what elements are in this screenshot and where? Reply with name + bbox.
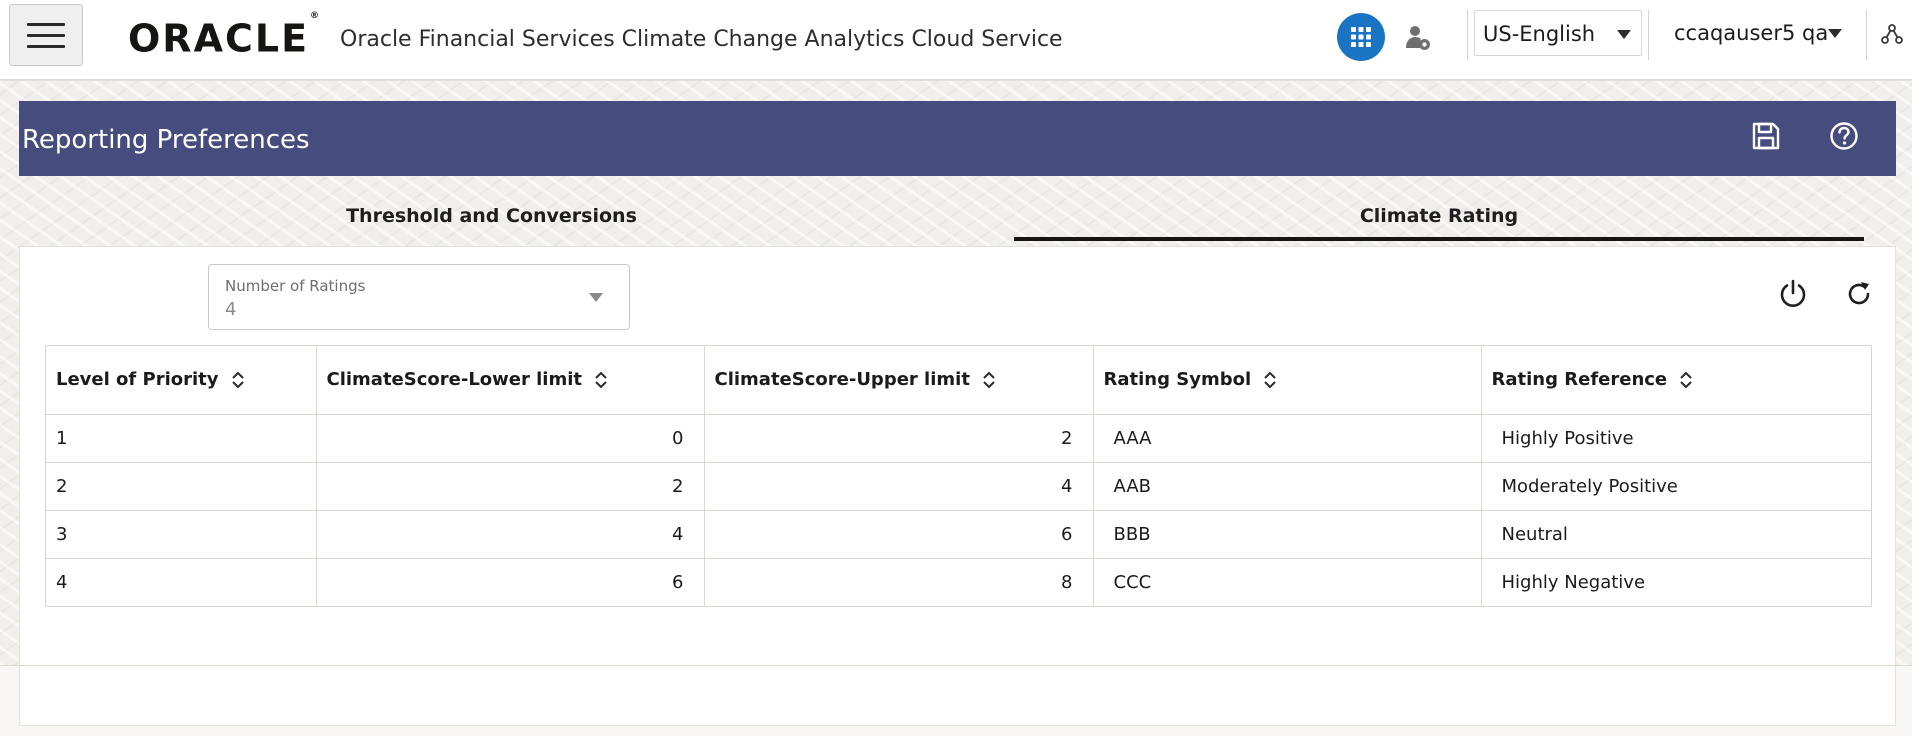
number-of-ratings-value: 4	[225, 299, 237, 320]
app-title: Oracle Financial Services Climate Change…	[340, 27, 1063, 52]
app-header: ORACLE® Oracle Financial Services Climat…	[0, 0, 1912, 80]
column-label: Level of Priority	[56, 369, 219, 391]
sort-icon	[1680, 371, 1692, 389]
cell-rating-reference[interactable]: Highly Negative	[1481, 558, 1871, 606]
cell-lower-limit[interactable]: 2	[316, 462, 705, 511]
page-header-bar: Reporting Preferences	[19, 101, 1896, 176]
tab-threshold-and-conversions[interactable]: Threshold and Conversions	[19, 193, 964, 241]
cell-priority: 1	[46, 414, 317, 463]
language-value: US-English	[1483, 22, 1596, 46]
hamburger-line	[27, 44, 65, 48]
table-row[interactable]: 4 6 8 CCC Highly Negative	[46, 558, 1871, 606]
cell-upper-limit[interactable]: 2	[704, 414, 1094, 463]
hamburger-line	[27, 33, 65, 37]
cell-rating-reference[interactable]: Highly Positive	[1481, 414, 1871, 463]
column-header-rating-reference[interactable]: Rating Reference	[1481, 346, 1871, 415]
sort-icon	[1264, 371, 1276, 389]
language-select[interactable]: US-English	[1474, 10, 1642, 56]
sort-icon	[595, 371, 607, 389]
cell-lower-limit[interactable]: 6	[316, 558, 705, 606]
number-of-ratings-select[interactable]: Number of Ratings 4	[208, 264, 630, 330]
grid-apps-icon	[1351, 27, 1371, 47]
cell-rating-symbol[interactable]: CCC	[1093, 558, 1482, 606]
chevron-down-icon	[1828, 29, 1842, 38]
network-icon[interactable]	[1880, 22, 1904, 46]
cell-upper-limit[interactable]: 8	[704, 558, 1094, 606]
page-title: Reporting Preferences	[22, 125, 310, 155]
header-divider	[1648, 10, 1649, 60]
oracle-logo: ORACLE®	[128, 11, 320, 61]
cell-rating-reference[interactable]: Neutral	[1481, 510, 1871, 559]
cell-priority: 2	[46, 462, 317, 511]
header-divider	[1467, 10, 1468, 60]
climate-rating-panel: Number of Ratings 4 Level of Priority Cl…	[19, 246, 1896, 726]
table-header-row: Level of Priority ClimateScore-Lower lim…	[46, 346, 1871, 415]
logo-registered-mark: ®	[310, 11, 320, 21]
number-of-ratings-label: Number of Ratings	[225, 277, 366, 295]
content-area: Reporting Preferences Threshold and Conv…	[0, 81, 1912, 726]
sort-icon	[983, 371, 995, 389]
table-row[interactable]: 2 2 4 AAB Moderately Positive	[46, 462, 1871, 511]
reset-power-icon[interactable]	[1776, 277, 1810, 311]
help-icon[interactable]	[1827, 119, 1861, 153]
cell-rating-symbol[interactable]: AAA	[1093, 414, 1482, 463]
column-header-upper-limit[interactable]: ClimateScore-Upper limit	[704, 346, 1094, 415]
user-name: ccaqauser5 qa	[1674, 21, 1829, 45]
cell-priority: 3	[46, 510, 317, 559]
cell-lower-limit[interactable]: 0	[316, 414, 705, 463]
user-settings-icon[interactable]	[1404, 24, 1432, 52]
chevron-down-icon	[589, 293, 603, 302]
cell-upper-limit[interactable]: 6	[704, 510, 1094, 559]
tab-climate-rating[interactable]: Climate Rating	[1014, 193, 1864, 241]
chevron-down-icon	[1617, 30, 1631, 39]
column-label: ClimateScore-Upper limit	[714, 369, 970, 391]
column-header-level-of-priority[interactable]: Level of Priority	[46, 346, 317, 415]
logo-text: ORACLE	[128, 16, 310, 61]
hamburger-line	[27, 22, 65, 26]
column-label: ClimateScore-Lower limit	[326, 369, 583, 391]
table-row[interactable]: 1 0 2 AAA Highly Positive	[46, 414, 1871, 463]
cell-priority: 4	[46, 558, 317, 606]
cell-upper-limit[interactable]: 4	[704, 462, 1094, 511]
cell-rating-symbol[interactable]: AAB	[1093, 462, 1482, 511]
refresh-icon[interactable]	[1842, 277, 1876, 311]
column-header-rating-symbol[interactable]: Rating Symbol	[1093, 346, 1482, 415]
save-icon[interactable]	[1749, 119, 1783, 153]
climate-rating-table: Level of Priority ClimateScore-Lower lim…	[45, 345, 1872, 607]
user-menu[interactable]: ccaqauser5 qa	[1660, 10, 1856, 56]
cell-rating-reference[interactable]: Moderately Positive	[1481, 462, 1871, 511]
sort-icon	[231, 371, 244, 389]
cell-lower-limit[interactable]: 4	[316, 510, 705, 559]
column-label: Rating Reference	[1491, 369, 1668, 391]
apps-grid-button[interactable]	[1337, 13, 1385, 61]
header-divider	[1866, 10, 1867, 60]
table-row[interactable]: 3 4 6 BBB Neutral	[46, 510, 1871, 559]
column-label: Rating Symbol	[1103, 369, 1252, 391]
cell-rating-symbol[interactable]: BBB	[1093, 510, 1482, 559]
content-bottom-border	[0, 665, 1912, 666]
column-header-lower-limit[interactable]: ClimateScore-Lower limit	[316, 346, 705, 415]
hamburger-menu-button[interactable]	[9, 4, 83, 66]
